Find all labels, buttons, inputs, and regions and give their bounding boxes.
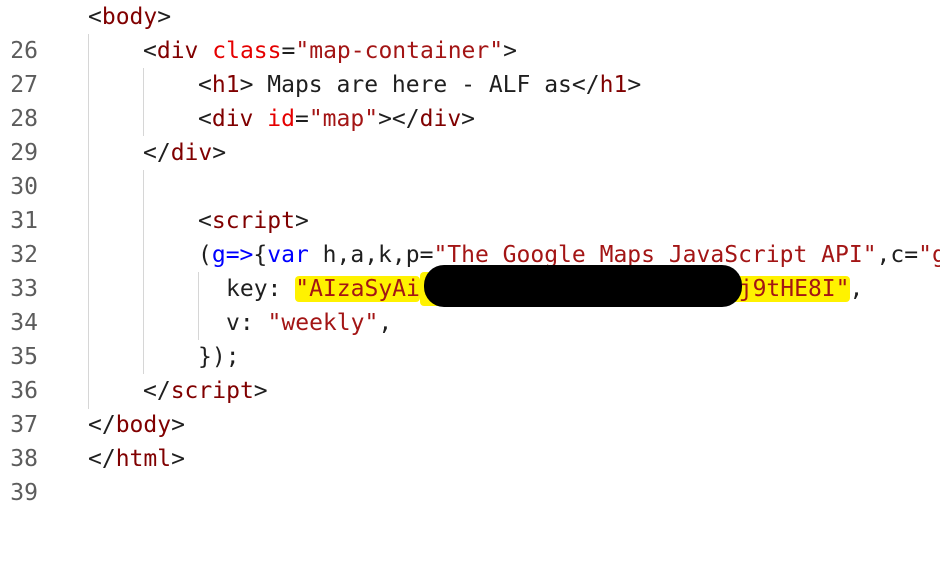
token: ,: [849, 276, 864, 302]
token: div: [156, 38, 199, 64]
line-content: </html>: [88, 442, 185, 476]
token: html: [115, 446, 172, 472]
token: script: [170, 378, 254, 404]
redaction-mark: [424, 265, 742, 307]
token: </: [143, 140, 171, 166]
line-content: <script>: [198, 204, 309, 238]
token: (: [198, 242, 212, 268]
token: >: [627, 72, 642, 98]
token: >: [157, 4, 172, 30]
line-content: <div class="map-container">: [143, 34, 517, 68]
line-content: });: [198, 340, 240, 374]
line-content: </script>: [143, 374, 268, 408]
token: >: [253, 378, 268, 404]
code-line[interactable]: 39 </html>: [0, 442, 940, 506]
line-content: <body>: [88, 0, 171, 34]
token: });: [198, 344, 240, 370]
token: <: [198, 106, 212, 132]
code-line[interactable]: 29 <div id="map"></div>: [0, 102, 940, 166]
code-line[interactable]: 32 <script>: [0, 204, 940, 268]
token: div: [211, 106, 254, 132]
code-editor[interactable]: 26 <body> 27 <div class="map-container">…: [0, 0, 940, 506]
code-line[interactable]: 35 v: "weekly",: [0, 306, 940, 370]
token: key:: [226, 276, 296, 302]
token: h1: [599, 72, 628, 98]
token: >: [461, 106, 476, 132]
token: </: [88, 446, 116, 472]
token: </: [571, 72, 600, 98]
code-line[interactable]: 26 <body>: [0, 0, 940, 64]
token: <: [143, 38, 157, 64]
token: Maps are here - ALF as: [253, 72, 572, 98]
token: =: [294, 106, 309, 132]
code-line[interactable]: 27 <div class="map-container">: [0, 34, 940, 98]
token: <: [198, 72, 212, 98]
token: body: [101, 4, 158, 30]
token: </: [88, 412, 116, 438]
token: =: [281, 38, 296, 64]
token: class: [212, 38, 282, 64]
line-content: v: "weekly",: [226, 306, 392, 340]
code-line[interactable]: 30 </div>: [0, 136, 940, 200]
token: h,a,k,p=: [308, 242, 434, 268]
api-key-start: "AIzaSyAi: [295, 276, 420, 302]
token: {: [253, 242, 268, 268]
token: "map": [308, 106, 379, 132]
token: >: [503, 38, 517, 64]
token: g=>: [211, 242, 254, 268]
token: "weekly": [267, 310, 379, 336]
token: <: [198, 208, 212, 234]
code-line[interactable]: 37 </script>: [0, 374, 940, 438]
token: id: [267, 106, 295, 132]
code-line[interactable]: 31: [0, 170, 940, 234]
line-content: <div id="map"></div>: [198, 102, 475, 136]
token: div: [170, 140, 213, 166]
line-number: 39: [10, 480, 38, 506]
token: ></: [378, 106, 420, 132]
token: </: [143, 378, 171, 404]
line-content: </div>: [143, 136, 226, 170]
token: ,: [378, 310, 393, 336]
token: "map-container": [295, 38, 504, 64]
code-line[interactable]: 38 </body>: [0, 408, 940, 472]
token: h1: [211, 72, 240, 98]
token: >: [239, 72, 254, 98]
token: >: [212, 140, 227, 166]
code-line[interactable]: 36 });: [0, 340, 940, 404]
token: var: [267, 242, 309, 268]
code-line[interactable]: 28 <h1> Maps are here - ALF as</h1>: [0, 68, 940, 132]
api-key-end: wj9tHE8I": [724, 276, 850, 302]
token: div: [419, 106, 462, 132]
token: v:: [226, 310, 268, 336]
line-content: </body>: [88, 408, 185, 442]
token: ,c=: [876, 242, 919, 268]
token: >: [171, 412, 185, 438]
token: script: [211, 208, 295, 234]
token: body: [115, 412, 172, 438]
token: >: [171, 446, 185, 472]
token: "g: [918, 242, 940, 268]
token: <: [88, 4, 102, 30]
line-content: <h1> Maps are here - ALF as</h1>: [198, 68, 641, 102]
token: >: [294, 208, 309, 234]
